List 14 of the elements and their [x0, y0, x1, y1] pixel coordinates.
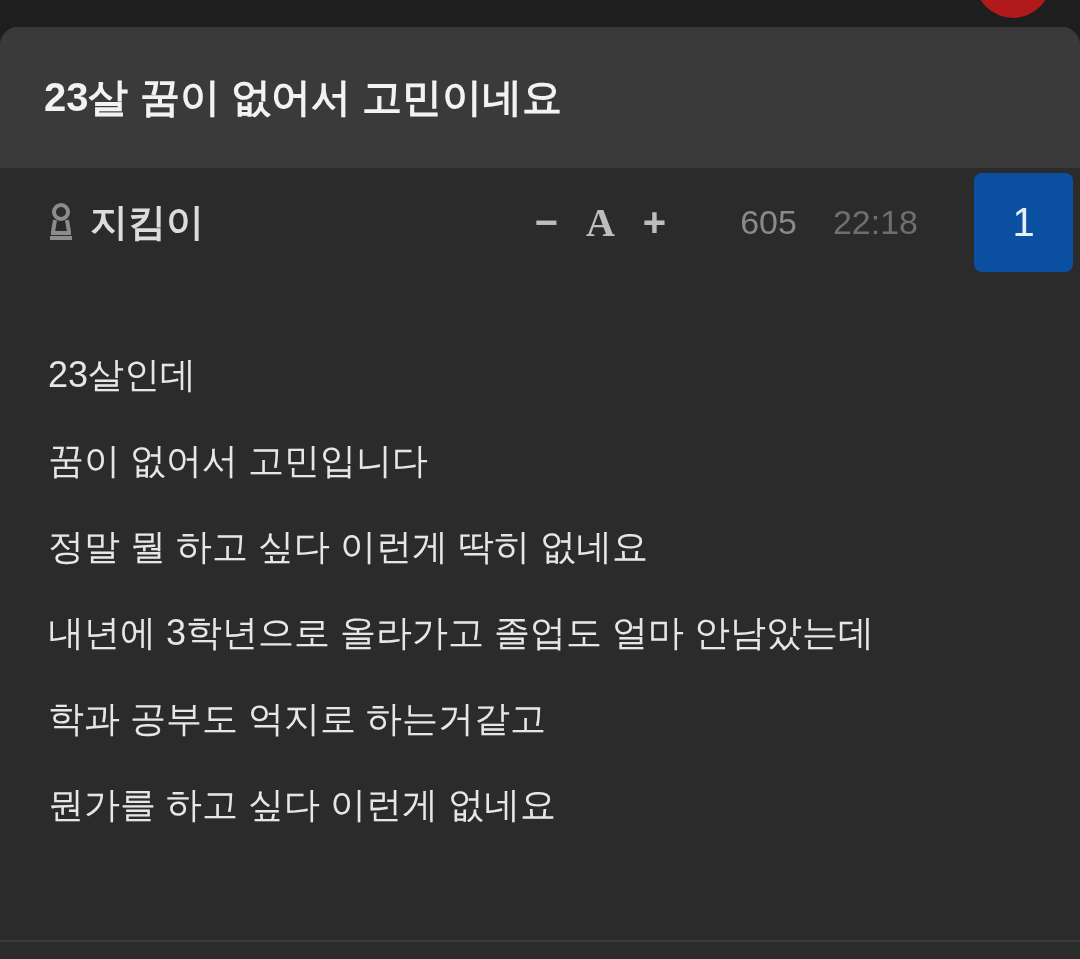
body-text: 꿈이 없어서 고민입니다	[48, 440, 428, 481]
author-name: 지킴이	[90, 199, 204, 245]
comment-count-button[interactable]: 1	[974, 172, 1073, 272]
body-text: 정말 뭘 하고 싶다 이런게 딱히 없네요	[48, 526, 648, 567]
font-size-button[interactable]: A	[571, 198, 629, 246]
view-count: 605	[740, 202, 797, 242]
body-text: 내년에 3학년으로 올라가고 졸업도 얼마 안남았는데	[48, 612, 875, 653]
body-text: 학과 공부도 억지로 하는거같고	[48, 698, 546, 739]
body-text: 23살인데	[48, 354, 197, 395]
post-time: 22:18	[832, 202, 918, 242]
increase-font-button[interactable]: +	[628, 198, 681, 246]
body-text: 뭔가를 하고 싶다 이런게 없네요	[48, 784, 556, 825]
post-title: 23살 꿈이 없어서 고민이네요	[44, 74, 562, 121]
decrease-font-button[interactable]: −	[520, 198, 572, 246]
